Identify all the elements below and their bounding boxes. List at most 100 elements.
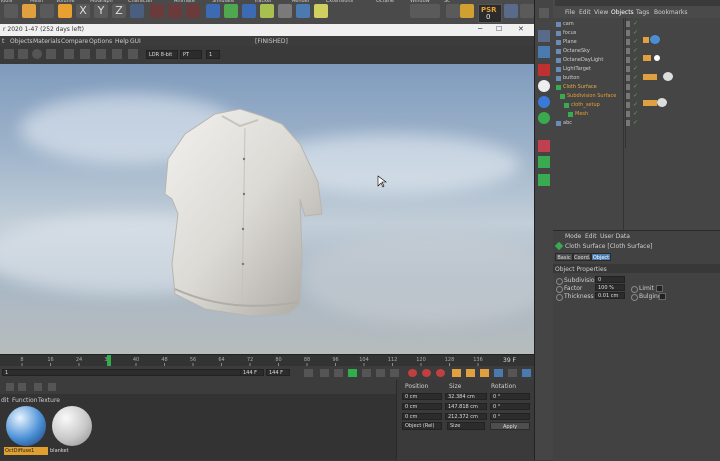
keyframe-toggle-icon[interactable] <box>556 294 563 301</box>
subdivisions-field[interactable]: 0 <box>595 276 625 283</box>
pt-value-field[interactable]: 1 <box>206 50 220 59</box>
key-rotation-icon[interactable] <box>480 369 489 377</box>
menu-materials[interactable]: Materials <box>33 38 61 45</box>
object-row[interactable]: Subdivision Surface ✓ <box>553 92 720 101</box>
region-icon[interactable] <box>80 49 90 59</box>
material-tool-icon[interactable] <box>48 383 56 391</box>
rotation-b-field[interactable]: 0 ° <box>490 413 530 420</box>
visibility-dots-icon[interactable] <box>626 75 630 81</box>
octane-light-tag-icon[interactable] <box>643 55 651 61</box>
keyframe-toggle-icon[interactable] <box>556 286 563 293</box>
material-tool-icon[interactable] <box>6 383 14 391</box>
cube-icon[interactable] <box>206 4 220 18</box>
prev-frame-icon[interactable] <box>334 369 343 377</box>
octane-sky-tag-icon[interactable] <box>650 35 660 44</box>
send-scene-icon[interactable] <box>4 49 14 59</box>
visibility-dots-icon[interactable] <box>626 84 630 90</box>
last-frame-icon[interactable] <box>390 369 399 377</box>
key-pla-icon[interactable] <box>508 369 517 377</box>
visibility-dots-icon[interactable] <box>626 30 630 36</box>
visibility-dots-icon[interactable] <box>626 21 630 27</box>
octane-live-viewer-icon[interactable] <box>410 4 440 18</box>
material-swatch-octdiffuse[interactable] <box>6 406 46 446</box>
visibility-dots-icon[interactable] <box>626 120 630 126</box>
size-y-field[interactable]: 147.818 cm <box>445 403 487 410</box>
prev-key-icon[interactable] <box>320 369 329 377</box>
menu-gui[interactable]: GUI <box>130 38 141 45</box>
octane-material-icon[interactable] <box>538 80 550 92</box>
material-tool-icon[interactable] <box>34 383 42 391</box>
cluster-icon[interactable] <box>538 156 550 168</box>
object-row[interactable]: cloth_setup ✓ <box>553 101 720 110</box>
visibility-dots-icon[interactable] <box>626 111 630 117</box>
object-row[interactable]: button ✓ <box>553 74 720 83</box>
key-position-icon[interactable] <box>452 369 461 377</box>
menu-options[interactable]: Options <box>89 38 112 45</box>
undo-icon[interactable] <box>4 4 18 18</box>
end-frame-field[interactable]: 144 F <box>266 369 290 376</box>
object-row[interactable]: abc ✓ <box>553 119 720 128</box>
cluster-icon-2[interactable] <box>538 174 550 186</box>
settings-icon[interactable] <box>32 49 42 59</box>
light-icon[interactable] <box>314 4 328 18</box>
clay-icon[interactable] <box>96 49 106 59</box>
tab-object[interactable]: Object <box>591 253 611 261</box>
octane-texture-icon[interactable] <box>538 96 550 108</box>
visibility-dots-icon[interactable] <box>626 57 630 63</box>
am-menu-user-data[interactable]: User Data <box>600 233 630 240</box>
octane-settings-icon[interactable] <box>538 46 550 58</box>
autokey-icon[interactable] <box>422 369 431 377</box>
main-menu-item[interactable]: Extensions <box>326 0 353 4</box>
material-swatch-blanket[interactable] <box>52 406 92 446</box>
subdivision-icon[interactable] <box>224 4 238 18</box>
enabled-check-icon[interactable]: ✓ <box>633 38 638 45</box>
material-name-octdiffuse[interactable]: OctDiffuse1 <box>4 447 48 455</box>
minimize-button[interactable]: ─ <box>478 25 482 33</box>
om-menu-file[interactable]: File <box>565 9 575 16</box>
enabled-check-icon[interactable]: ✓ <box>633 29 638 36</box>
enabled-check-icon[interactable]: ✓ <box>633 101 638 108</box>
enabled-check-icon[interactable]: ✓ <box>633 74 638 81</box>
om-menu-tags[interactable]: Tags <box>636 9 649 16</box>
apply-button[interactable]: Apply <box>490 422 530 430</box>
object-row[interactable]: cam ✓ <box>553 20 720 29</box>
tag-icon[interactable] <box>538 140 550 152</box>
object-row[interactable]: Plane ✓ <box>553 38 720 47</box>
om-menu-edit[interactable]: Edit <box>579 9 591 16</box>
key-parameter-icon[interactable] <box>494 369 503 377</box>
coordinate-mode-select[interactable]: Object (Rel) <box>402 422 442 430</box>
material-menu-texture[interactable]: Texture <box>38 397 60 404</box>
record-icon[interactable] <box>408 369 417 377</box>
material-tag-preview-icon[interactable] <box>663 72 673 81</box>
factor-field[interactable]: 100 % <box>595 284 625 291</box>
key-scale-icon[interactable] <box>466 369 475 377</box>
limit-checkbox[interactable] <box>656 285 663 292</box>
deformer-icon[interactable] <box>260 4 274 18</box>
kernel-select[interactable]: PT <box>180 50 202 59</box>
visibility-dots-icon[interactable] <box>626 102 630 108</box>
keyframe-toggle-icon[interactable] <box>631 286 638 293</box>
coordinate-system-icon[interactable] <box>130 4 144 18</box>
octane-render-icon[interactable] <box>538 64 550 76</box>
am-menu-mode[interactable]: Mode <box>565 233 581 240</box>
object-row[interactable]: focus ✓ <box>553 29 720 38</box>
enabled-check-icon[interactable]: ✓ <box>633 65 638 72</box>
keyframe-toggle-icon[interactable] <box>631 294 638 301</box>
material-tag-icon[interactable] <box>643 100 657 106</box>
position-z-field[interactable]: 0 cm <box>402 413 442 420</box>
tab-coord[interactable]: Coord. <box>573 253 591 261</box>
close-button[interactable]: ✕ <box>518 25 524 33</box>
rotation-h-field[interactable]: 0 ° <box>490 393 530 400</box>
next-key-icon[interactable] <box>376 369 385 377</box>
scene-icon[interactable] <box>278 4 292 18</box>
enabled-check-icon[interactable]: ✓ <box>633 20 638 27</box>
light-tag-icon[interactable] <box>654 55 660 61</box>
keyframe-selection-icon[interactable] <box>436 369 445 377</box>
menu-item[interactable]: t <box>2 38 4 45</box>
object-row[interactable]: OctaneSky ✓ <box>553 47 720 56</box>
material-name-blanket[interactable]: blanket <box>50 447 90 455</box>
x-axis-icon[interactable]: X <box>76 4 90 18</box>
material-tag-icon[interactable] <box>643 74 657 80</box>
stop-icon[interactable] <box>18 49 28 59</box>
bulging-checkbox[interactable] <box>659 293 666 300</box>
